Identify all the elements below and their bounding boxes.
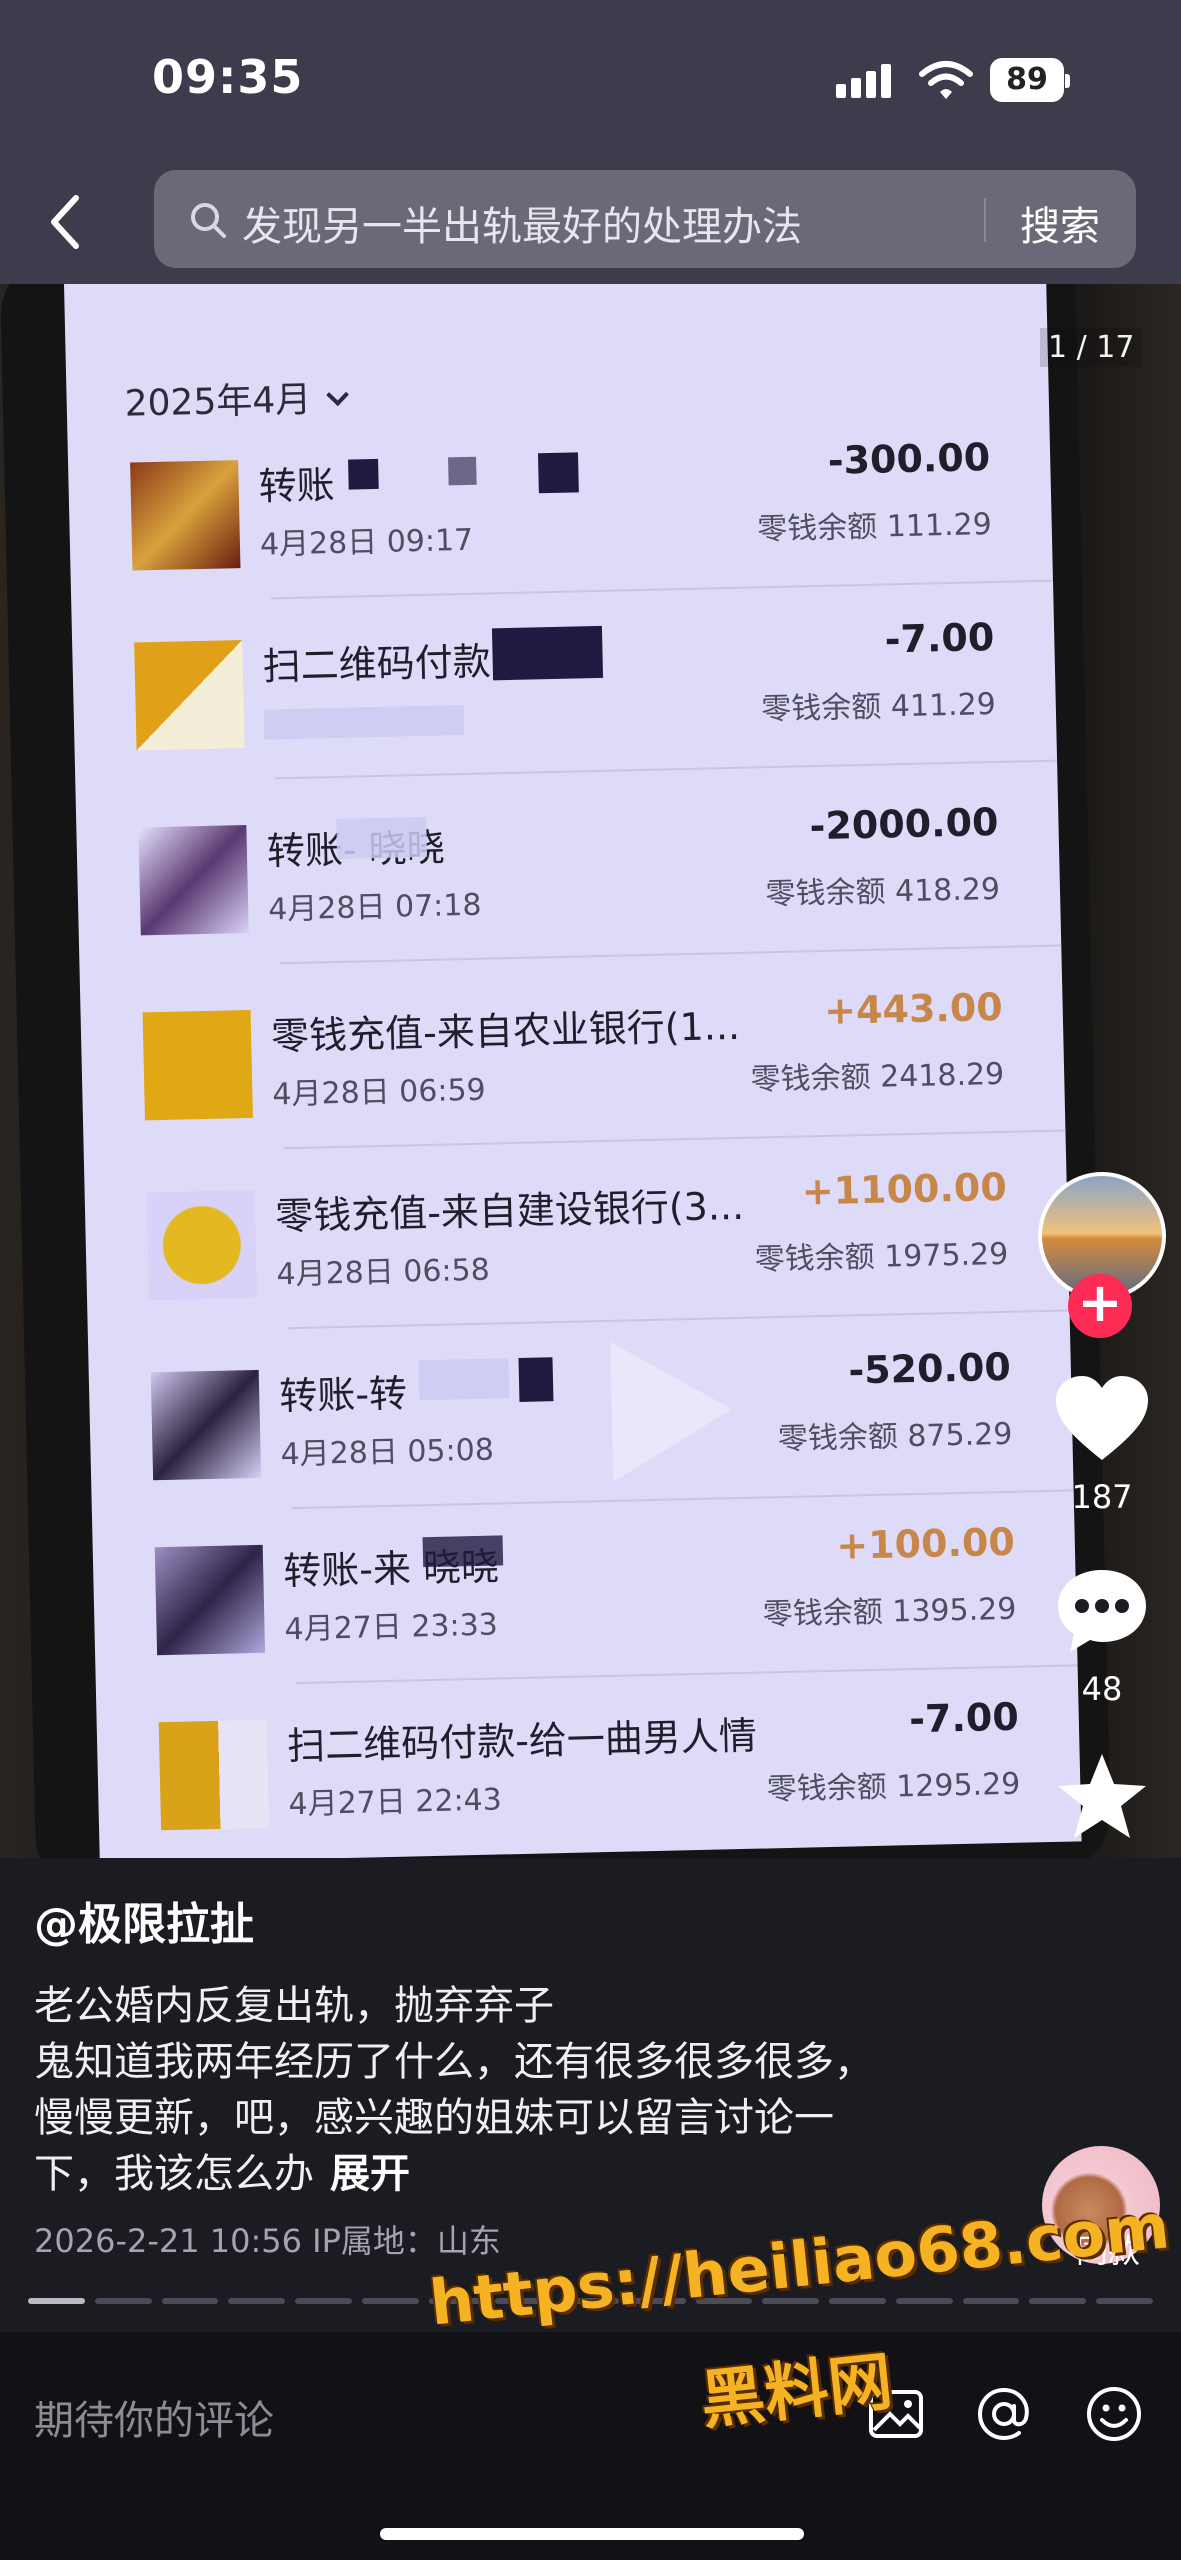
- search-icon: [191, 203, 226, 238]
- phone-screen: 2025年4月 转账 4月28日 09:17 -300.00 零钱余额 111.…: [64, 284, 1082, 1858]
- transaction-avatar: [158, 1719, 270, 1831]
- transaction-avatar: [134, 640, 245, 751]
- transaction-title: 转账-转: [278, 1371, 408, 1419]
- transaction-date: 4月27日 23:33: [284, 1607, 499, 1648]
- wifi-icon: [919, 61, 973, 99]
- comment-bar: 期待你的评论: [0, 2332, 1181, 2560]
- play-icon[interactable]: [610, 1339, 734, 1482]
- heart-icon[interactable]: [1052, 1374, 1152, 1464]
- transaction-title: 转账: [258, 462, 336, 509]
- transaction-avatar: [146, 1189, 258, 1301]
- transaction-amount: -2000.00: [809, 799, 999, 849]
- transaction-date: 4月28日 07:18: [267, 887, 482, 928]
- transaction-row: 扫二维码付款-给一曲男人情 4月27日 22:43 -7.00 零钱余额 129…: [96, 1661, 1082, 1858]
- follow-button[interactable]: +: [1068, 1274, 1132, 1338]
- transaction-avatar: [130, 460, 241, 571]
- comment-input[interactable]: 期待你的评论: [34, 2388, 274, 2446]
- transaction-row: 转账-转 4月28日 05:08 -520.00 零钱余额 875.29: [88, 1311, 1074, 1513]
- video-description: 老公婚内反复出轨，抛弃弃子 鬼知道我两年经历了什么，还有很多很多很多， 慢慢更新…: [34, 1983, 874, 2197]
- top-bar: 09:35 89 发现另一半出轨最好的处理办法 搜索: [0, 0, 1181, 284]
- home-indicator: [380, 2528, 804, 2540]
- transaction-row: 转账 4月28日 09:17 -300.00 零钱余额 111.29: [67, 402, 1054, 604]
- transaction-row: 零钱充值-来自农业银行(1... 4月28日 06:59 +443.00 零钱余…: [80, 952, 1066, 1154]
- search-input[interactable]: 发现另一半出轨最好的处理办法: [242, 194, 802, 252]
- transaction-amount: -520.00: [847, 1344, 1012, 1393]
- transaction-balance: 零钱余额 2418.29: [750, 1056, 1005, 1098]
- cellular-signal-icon: [836, 64, 892, 98]
- transaction-date: 4月28日 06:59: [272, 1072, 487, 1113]
- emoji-icon[interactable]: [1084, 2384, 1144, 2444]
- author-name[interactable]: @极限拉扯: [34, 1888, 254, 1952]
- transaction-row: 转账- 晓晓 4月28日 07:18 -2000.00 零钱余额 418.29: [75, 767, 1062, 969]
- chevron-down-icon: [325, 383, 349, 407]
- transaction-date: 4月28日 06:58: [276, 1252, 491, 1293]
- at-icon[interactable]: [974, 2384, 1034, 2444]
- transaction-amount: -300.00: [827, 435, 991, 483]
- transaction-date: 4月28日 09:17: [259, 522, 474, 563]
- transaction-avatar: [150, 1369, 262, 1481]
- like-count: 187: [1071, 1478, 1133, 1516]
- transaction-title: 扫二维码付款-给一曲男人情: [286, 1713, 758, 1769]
- transaction-row: 零钱充值-来自建设银行(3... 4月28日 06:58 +1100.00 零钱…: [84, 1131, 1070, 1333]
- transaction-avatar: [154, 1544, 266, 1656]
- transaction-balance: 零钱余额 875.29: [777, 1416, 1013, 1458]
- back-icon[interactable]: [40, 188, 92, 256]
- search-button[interactable]: 搜索: [1020, 194, 1100, 252]
- transaction-date: 4月28日 05:08: [280, 1432, 495, 1473]
- comment-icon[interactable]: [1052, 1566, 1152, 1656]
- star-icon[interactable]: [1052, 1752, 1152, 1842]
- transaction-balance: 零钱余额 1975.29: [754, 1236, 1009, 1278]
- battery-indicator: 89: [990, 58, 1070, 102]
- comment-count: 48: [1081, 1670, 1123, 1708]
- search-divider: [984, 198, 986, 242]
- video-player[interactable]: 2025年4月 转账 4月28日 09:17 -300.00 零钱余额 111.…: [0, 284, 1181, 1858]
- transaction-amount: +1100.00: [801, 1164, 1008, 1214]
- transaction-amount: +100.00: [835, 1519, 1016, 1568]
- transaction-avatar: [142, 1009, 253, 1121]
- transaction-amount: +443.00: [823, 984, 1004, 1033]
- transaction-balance: 零钱余额 418.29: [765, 871, 1001, 913]
- transaction-date: 4月27日 22:43: [288, 1782, 503, 1823]
- transaction-title: 零钱充值-来自农业银行(1...: [270, 1003, 741, 1059]
- transaction-balance: 零钱余额 1395.29: [762, 1591, 1017, 1633]
- expand-button[interactable]: 展开: [330, 2151, 410, 2197]
- search-bar[interactable]: 发现另一半出轨最好的处理办法 搜索: [154, 170, 1136, 268]
- image-page-counter: 1 / 17: [1040, 328, 1143, 367]
- transaction-title: 扫二维码付款: [262, 639, 492, 689]
- transaction-balance: 零钱余额 411.29: [760, 686, 997, 728]
- post-meta: 2026-2-21 10:56 IP属地：山东: [34, 2222, 501, 2260]
- transaction-amount: -7.00: [884, 614, 995, 662]
- transaction-title: 零钱充值-来自建设银行(3...: [274, 1183, 745, 1239]
- transaction-avatar: [138, 825, 249, 936]
- transaction-row: 扫二维码付款 -7.00 零钱余额 411.29: [71, 582, 1058, 784]
- transaction-balance: 零钱余额 111.29: [756, 507, 993, 548]
- status-time: 09:35: [152, 50, 304, 104]
- transaction-row: 转账-来 晓晓 4月27日 23:33 +100.00 零钱余额 1395.29: [92, 1486, 1078, 1688]
- transaction-balance: 零钱余额 1295.29: [766, 1766, 1021, 1808]
- transaction-amount: -7.00: [908, 1694, 1020, 1742]
